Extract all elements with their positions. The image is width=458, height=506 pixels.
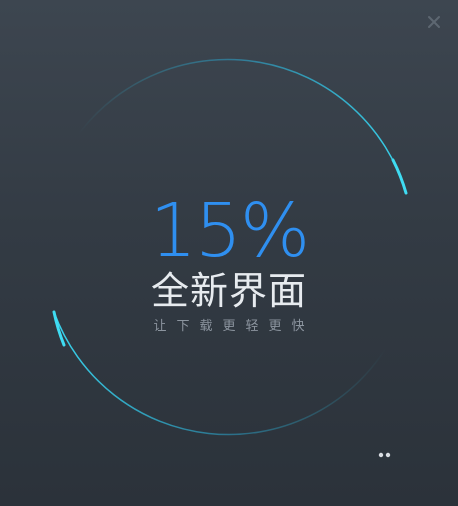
progress-percent: 15% xyxy=(0,188,458,274)
loading-dots-icon xyxy=(378,452,391,458)
splash-title: 全新界面 xyxy=(150,269,307,313)
progress-percent-value: 15% xyxy=(149,188,310,274)
splash-subtitle: 让下载更轻更快 xyxy=(153,319,315,334)
progress-arc-top xyxy=(77,58,407,194)
splash-window: 15% 全新界面 让下载更轻更快 xyxy=(0,0,458,506)
